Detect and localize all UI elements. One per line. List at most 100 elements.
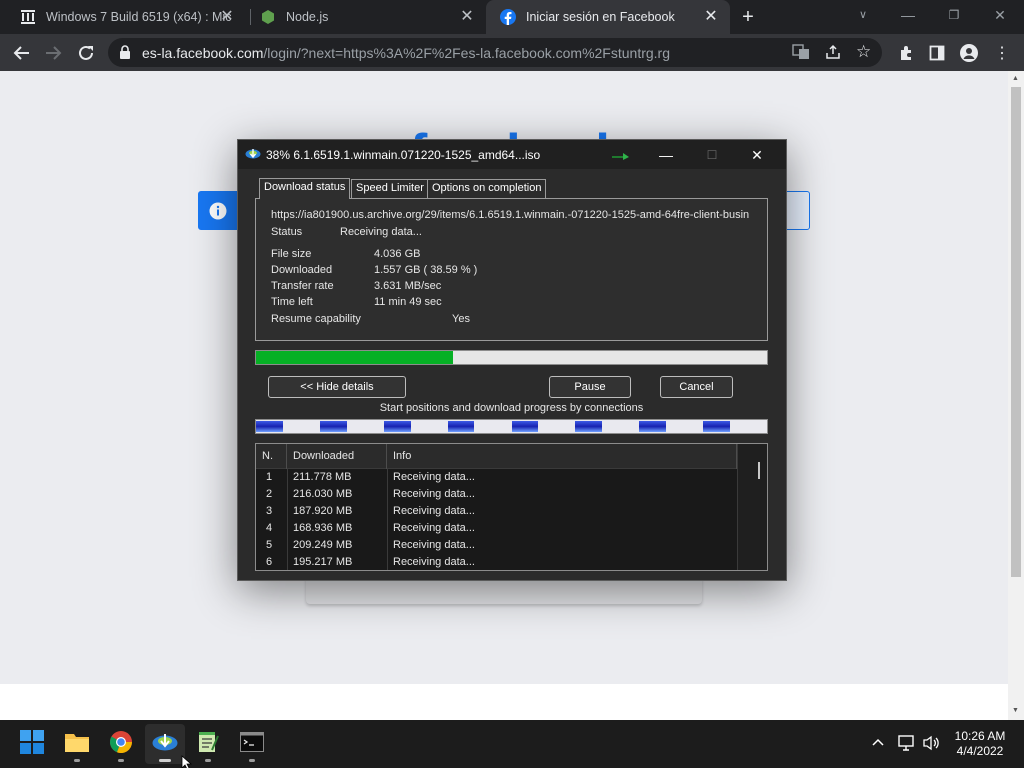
tray-overflow-chevron-icon[interactable] — [871, 735, 885, 752]
column-header-downloaded[interactable]: Downloaded — [287, 444, 387, 469]
scroll-up-icon[interactable]: ▲ — [1012, 75, 1019, 82]
extensions-icon[interactable] — [893, 40, 919, 66]
chrome-menu-icon[interactable]: ⋮ — [989, 40, 1015, 66]
network-icon[interactable] — [897, 735, 915, 756]
table-row[interactable]: 5 209.249 MB Receiving data... — [256, 537, 737, 554]
running-indicator — [159, 759, 171, 762]
scrollbar-thumb[interactable] — [1011, 87, 1021, 577]
table-row[interactable]: 2 216.030 MB Receiving data... — [256, 486, 737, 503]
taskbar-idm[interactable] — [145, 724, 185, 764]
connection-segment — [256, 421, 283, 432]
row-number: 2 — [266, 488, 273, 500]
transfer-rate-label: Transfer rate — [271, 280, 334, 292]
table-row[interactable]: 1 211.778 MB Receiving data... — [256, 469, 737, 486]
share-icon[interactable] — [825, 44, 841, 65]
tab-download-status[interactable]: Download status — [259, 178, 351, 199]
row-downloaded: 216.030 MB — [293, 488, 353, 500]
notepad-icon — [197, 730, 219, 759]
taskbar-notepad[interactable] — [188, 724, 228, 764]
lock-icon[interactable] — [119, 45, 131, 64]
start-button[interactable] — [12, 724, 52, 764]
tab-search-icon[interactable]: ∨ — [849, 4, 877, 26]
tab-speed-limiter[interactable]: Speed Limiter — [351, 179, 429, 198]
restore-icon[interactable]: ❐ — [940, 4, 968, 26]
file-size-label: File size — [271, 248, 312, 260]
table-row[interactable]: 4 168.936 MB Receiving data... — [256, 520, 737, 537]
table-scrollbar[interactable] — [737, 444, 767, 570]
tab-facebook-login[interactable]: Iniciar sesión en Facebook ✕ — [486, 0, 730, 34]
row-info: Receiving data... — [393, 505, 475, 517]
maximize-icon: ☐ — [706, 148, 718, 162]
row-info: Receiving data... — [393, 522, 475, 534]
downloaded-label: Downloaded — [271, 264, 333, 276]
row-number: 6 — [266, 556, 273, 568]
connection-segment — [575, 421, 603, 432]
url-path: /login/?next=https%3A%2F%2Fes-la.faceboo… — [263, 45, 671, 61]
url-text: es-la.facebook.com/login/?next=https%3A%… — [142, 45, 670, 61]
archive-org-icon — [20, 9, 36, 25]
close-icon[interactable]: ✕ — [218, 8, 236, 26]
new-tab-button[interactable]: + — [737, 6, 759, 28]
connection-segment — [319, 421, 347, 432]
table-header: N. Downloaded Info — [256, 444, 737, 469]
row-downloaded: 195.217 MB — [293, 556, 353, 568]
address-bar[interactable]: es-la.facebook.com/login/?next=https%3A%… — [108, 38, 882, 67]
tab-nodejs[interactable]: Node.js ✕ — [246, 0, 486, 34]
dialog-title: 38% 6.1.6519.1.winmain.071220-1525_amd64… — [266, 148, 541, 162]
profile-avatar-icon[interactable] — [956, 40, 982, 66]
taskbar-file-explorer[interactable] — [57, 724, 97, 764]
taskbar-terminal[interactable] — [232, 724, 272, 764]
table-row[interactable]: 3 187.920 MB Receiving data... — [256, 503, 737, 520]
side-panel-icon[interactable] — [924, 40, 950, 66]
row-downloaded: 187.920 MB — [293, 505, 353, 517]
close-icon[interactable]: ✕ — [702, 8, 720, 26]
clock-date: 4/4/2022 — [956, 744, 1004, 758]
connections-progress-strip — [255, 419, 768, 434]
tab-title: Node.js — [286, 10, 329, 24]
table-row[interactable]: 6 195.217 MB Receiving data... — [256, 554, 737, 570]
cancel-button[interactable]: Cancel — [660, 376, 733, 398]
running-indicator — [118, 759, 124, 762]
minimize-icon[interactable]: — — [653, 144, 679, 166]
minimize-icon[interactable]: — — [894, 4, 922, 26]
row-info: Receiving data... — [393, 471, 475, 483]
resume-capability-value: Yes — [452, 313, 470, 325]
row-info: Receiving data... — [393, 488, 475, 500]
dialog-titlebar[interactable]: 38% 6.1.6519.1.winmain.071220-1525_amd64… — [238, 140, 786, 169]
facebook-icon — [500, 9, 516, 25]
scroll-down-icon[interactable]: ▼ — [1012, 707, 1019, 714]
row-downloaded: 209.249 MB — [293, 539, 353, 551]
column-header-info[interactable]: Info — [387, 444, 737, 469]
table-scrollbar-thumb[interactable] — [758, 462, 760, 479]
taskbar-clock[interactable]: 10:26 AM 4/4/2022 — [948, 729, 1012, 759]
page-scrollbar[interactable]: ▲ ▼ — [1008, 71, 1024, 720]
close-window-icon[interactable]: ✕ — [986, 4, 1014, 26]
file-size-value: 4.036 GB — [374, 248, 421, 260]
taskbar-chrome[interactable] — [101, 724, 141, 764]
reload-icon[interactable] — [73, 40, 99, 66]
close-icon[interactable]: ✕ — [458, 8, 476, 26]
nodejs-icon — [260, 9, 276, 25]
connection-segment — [639, 421, 667, 432]
mouse-pointer-icon — [181, 755, 193, 768]
row-downloaded: 211.778 MB — [293, 471, 352, 483]
translate-icon[interactable] — [792, 44, 810, 65]
connection-segment — [703, 421, 730, 432]
idm-icon — [245, 146, 261, 165]
tab-windows7-archive[interactable]: Windows 7 Build 6519 (x64) : Mic ✕ — [6, 0, 246, 34]
bookmark-star-icon[interactable]: ☆ — [856, 42, 871, 62]
column-header-number[interactable]: N. — [256, 444, 287, 469]
close-icon[interactable]: ✕ — [744, 144, 770, 166]
volume-icon[interactable] — [922, 735, 940, 756]
connection-segment — [511, 421, 539, 432]
row-number: 3 — [266, 505, 273, 517]
download-progress-bar — [255, 350, 768, 365]
running-indicator — [205, 759, 211, 762]
hide-details-button[interactable]: << Hide details — [268, 376, 406, 398]
forward-icon[interactable] — [40, 40, 66, 66]
back-icon[interactable] — [9, 40, 35, 66]
webpage-footer-area — [0, 684, 1008, 720]
running-indicator — [74, 759, 80, 762]
pause-button[interactable]: Pause — [549, 376, 631, 398]
tab-options-on-completion[interactable]: Options on completion — [427, 179, 547, 198]
